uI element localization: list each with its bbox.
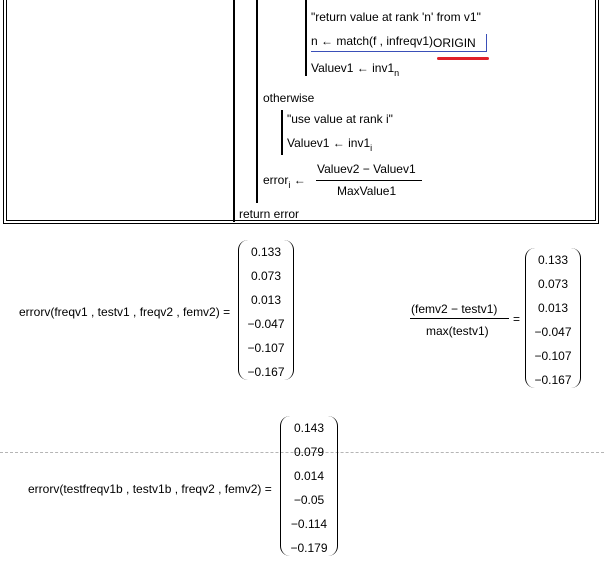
eval2-equals: =	[513, 312, 521, 326]
program-region-inner-frame	[6, 0, 596, 221]
matrix-cell: −0.167	[534, 373, 572, 387]
return-statement: return error	[239, 207, 300, 221]
eval3-expression[interactable]: errorv(testfreqv1b , testv1b , freqv2 , …	[28, 482, 272, 496]
eval2-denominator: max(testv1)	[426, 324, 489, 338]
eval1-expression[interactable]: errorv(freqv1 , testv1 , freqv2 , femv2)…	[19, 305, 230, 319]
matrix-cell: 0.133	[250, 245, 282, 259]
eval3-result-matrix: 0.143 0.079 0.014 −0.05 −0.114 −0.179	[280, 416, 338, 556]
selection-cursor-box	[311, 34, 487, 52]
matrix-cell: 0.073	[250, 269, 282, 283]
value1-assign-n: Valuev1 ← inv1n	[311, 61, 400, 78]
program-inner-bar	[256, 0, 258, 203]
matrix-right-paren	[283, 240, 294, 380]
matrix-right-paren	[327, 416, 338, 556]
branch-bar-otherwise	[281, 110, 283, 155]
eval2-fraction-bar	[410, 318, 509, 319]
matrix-cell: 0.143	[293, 421, 325, 435]
matrix-cell: 0.073	[537, 277, 569, 291]
eval1-result-matrix: 0.133 0.073 0.013 −0.047 −0.107 −0.167	[238, 240, 294, 380]
origin-red-underline	[437, 57, 489, 60]
matrix-cell: 0.133	[537, 253, 569, 267]
matrix-cell: 0.013	[250, 293, 282, 307]
eval2-numerator[interactable]: (femv2 − testv1)	[411, 302, 497, 316]
matrix-cell: 0.014	[293, 469, 325, 483]
error-fraction-bar	[316, 180, 422, 181]
matrix-cell: 0.013	[537, 301, 569, 315]
matrix-cell: −0.107	[247, 341, 285, 355]
matrix-left-paren	[280, 416, 291, 556]
matrix-cell: −0.114	[290, 517, 328, 531]
matrix-left-paren	[238, 240, 249, 380]
error-assign-lhs: errori ←	[263, 173, 306, 190]
comment-return-text: "return value at rank 'n' from v1"	[311, 10, 481, 24]
matrix-cell: −0.107	[534, 349, 572, 363]
error-fraction-denominator: MaxValue1	[337, 184, 397, 198]
matrix-cell: −0.047	[534, 325, 572, 339]
matrix-cell: 0.079	[293, 445, 325, 459]
program-outer-bar	[233, 0, 235, 222]
branch-bar-match	[305, 0, 307, 76]
matrix-right-paren	[570, 248, 581, 388]
value1-assign-i: Valuev1 ← inv1i	[287, 136, 373, 153]
error-fraction-numerator: Valuev2 − Valuev1	[317, 162, 416, 176]
matrix-cell: −0.047	[247, 317, 285, 331]
matrix-cell: −0.05	[293, 493, 325, 507]
matrix-left-paren	[525, 248, 536, 388]
otherwise-keyword: otherwise	[263, 91, 315, 105]
matrix-cell: −0.179	[290, 541, 328, 555]
comment-use-text: "use value at rank i"	[287, 112, 393, 126]
matrix-cell: −0.167	[247, 365, 285, 379]
eval2-result-matrix: 0.133 0.073 0.013 −0.047 −0.107 −0.167	[525, 248, 581, 388]
